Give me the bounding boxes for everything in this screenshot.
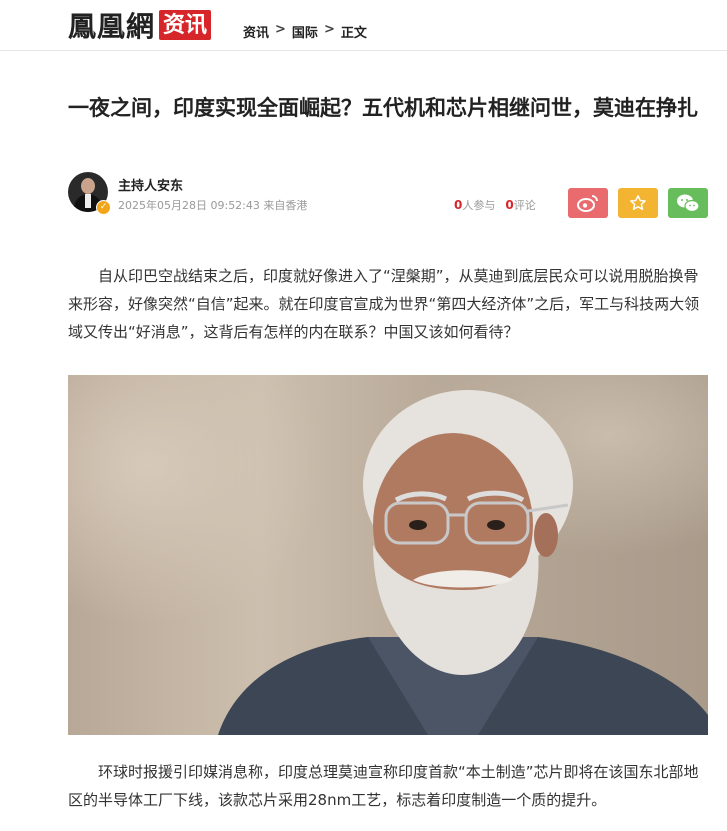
article-paragraph: 环球时报援引印媒消息称，印度总理莫迪宣称印度首款“本土制造”芯片即将在该国东北部…: [68, 763, 699, 809]
avatar-head-shape: [81, 178, 95, 194]
engagement-stats: 0人参与 0评论: [454, 197, 536, 213]
avatar-shirt-shape: [85, 194, 91, 208]
site-logo[interactable]: 鳳凰網 资讯: [68, 8, 212, 43]
participants-label: 人参与: [462, 199, 496, 212]
favorite-button[interactable]: [618, 188, 658, 218]
author-bar: ✓ 主持人安东 2025年05月28日 09:52:43 来自香港 0人参与 0…: [68, 172, 708, 218]
star-icon: [630, 195, 646, 211]
publish-source: 来自香港: [263, 199, 308, 212]
participants-stat[interactable]: 0人参与: [454, 197, 495, 213]
breadcrumb-item-news[interactable]: 资讯: [243, 22, 269, 41]
share-wechat-button[interactable]: [668, 188, 708, 218]
wechat-icon: [677, 194, 700, 213]
article-photo: [68, 375, 708, 735]
comments-stat[interactable]: 0评论: [505, 197, 535, 213]
share-weibo-button[interactable]: [568, 188, 608, 218]
article-paragraph: 自从印巴空战结束之后，印度就好像进入了“涅槃期”，从莫迪到底层民众可以说用脱胎换…: [68, 267, 700, 341]
comments-label: 评论: [513, 199, 536, 212]
author-name[interactable]: 主持人安东: [118, 175, 183, 194]
verified-badge-icon: ✓: [96, 200, 111, 215]
breadcrumb-item-international[interactable]: 国际: [292, 22, 318, 41]
publish-meta: 2025年05月28日 09:52:43 来自香港: [118, 197, 307, 213]
site-header: 鳳凰網 资讯 资讯 > 国际 > 正文: [0, 0, 727, 51]
weibo-icon: [577, 195, 598, 212]
breadcrumb-separator: >: [275, 22, 286, 37]
breadcrumb-separator: >: [323, 22, 335, 37]
publish-datetime: 2025年05月28日 09:52:43: [118, 199, 260, 212]
article-title: 一夜之间，印度实现全面崛起？五代机和芯片相继问世，莫迪在挣扎: [68, 96, 698, 120]
logo-channel-badge: 资讯: [159, 10, 212, 40]
logo-main-text: 鳳凰網: [68, 10, 156, 43]
comments-count: 0: [505, 198, 514, 212]
portrait-illustration: [218, 390, 708, 735]
breadcrumb-item-article: 正文: [340, 26, 367, 41]
breadcrumb: 资讯 > 国际 > 正文: [243, 22, 367, 41]
